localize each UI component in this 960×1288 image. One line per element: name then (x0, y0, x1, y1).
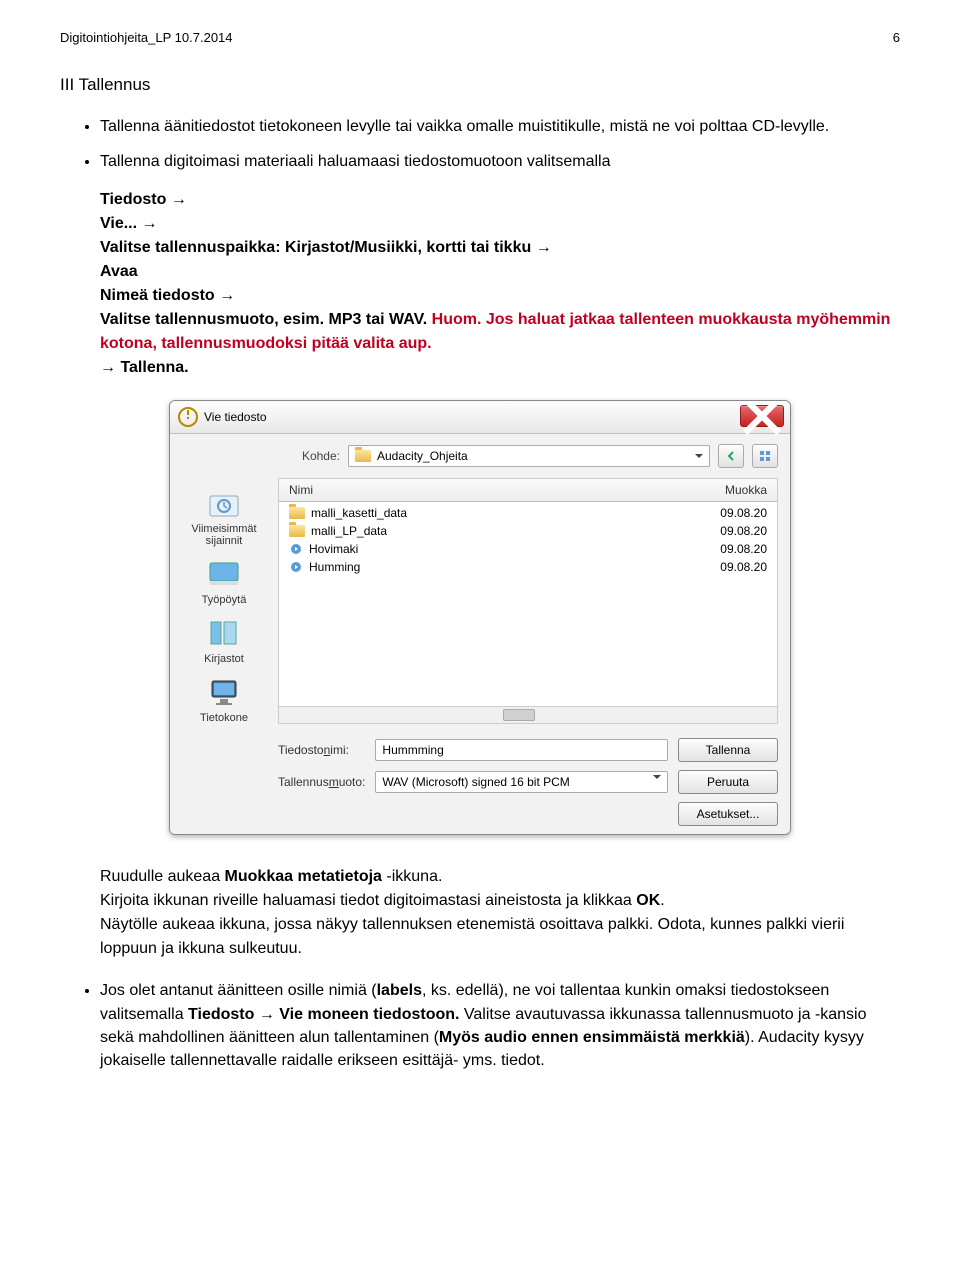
place-label: Tietokone (200, 712, 248, 724)
format-label: Tallennusmuoto: (278, 775, 365, 789)
document-header: Digitointiohjeita_LP 10.7.2014 6 (60, 30, 900, 45)
step-avaa: Avaa (100, 263, 138, 280)
view-button[interactable] (752, 444, 778, 468)
bullet-1: Tallenna äänitiedostot tietokoneen levyl… (100, 115, 900, 138)
file-list-header: Nimi Muokka (278, 478, 778, 502)
h-scrollbar[interactable] (278, 707, 778, 724)
recent-icon (206, 486, 242, 520)
dialog-screenshot: Vie tiedosto Kohde: Audacity_Ohjeita (60, 400, 900, 835)
scroll-thumb[interactable] (503, 709, 535, 721)
back-icon (725, 450, 737, 462)
folder-icon (355, 450, 371, 462)
chevron-down-icon (695, 454, 703, 458)
place-libraries[interactable]: Kirjastot (179, 616, 269, 665)
audio-icon (289, 560, 303, 574)
step-muoto-a: Valitse tallennusmuoto, esim. (100, 311, 329, 328)
col-mod[interactable]: Muokka (725, 483, 767, 497)
place-label: Työpöytä (202, 594, 247, 606)
filename-input[interactable]: Hummming (375, 739, 668, 761)
audacity-icon (178, 407, 198, 427)
dialog-titlebar: Vie tiedosto (170, 401, 790, 434)
file-row[interactable]: Humming 09.08.20 (279, 558, 777, 576)
file-name: malli_LP_data (311, 524, 387, 538)
file-mod: 09.08.20 (720, 524, 767, 538)
place-label: Kirjastot (204, 653, 244, 665)
step-muoto-b: MP3 tai WAV. (329, 311, 432, 328)
step-vie: Vie... → (100, 215, 158, 232)
settings-button[interactable]: Asetukset... (678, 802, 778, 826)
last-bullet-list: Jos olet antanut äänitteen osille nimiä … (60, 979, 900, 1072)
bullet-2: Tallenna digitoimasi materiaali haluamaa… (100, 150, 900, 173)
filename-label: Tiedostonimi: (278, 743, 365, 757)
file-name: Hovimaki (309, 542, 358, 556)
desktop-icon (206, 557, 242, 591)
place-recent[interactable]: Viimeisimmät sijainnit (179, 486, 269, 547)
audio-icon (289, 542, 303, 556)
file-name: Humming (309, 560, 360, 574)
header-left: Digitointiohjeita_LP 10.7.2014 (60, 30, 233, 45)
places-bar: Viimeisimmät sijainnit Työpöytä Kirjasto… (170, 478, 278, 834)
file-row[interactable]: malli_LP_data 09.08.20 (279, 522, 777, 540)
step-tiedosto: Tiedosto → (100, 191, 187, 208)
step-valitse-paikka: Valitse tallennuspaikka: Kirjastot/Musii… (100, 239, 552, 256)
format-select[interactable]: WAV (Microsoft) signed 16 bit PCM (375, 771, 668, 793)
col-name[interactable]: Nimi (289, 483, 313, 497)
file-mod: 09.08.20 (720, 542, 767, 556)
chevron-down-icon (653, 775, 661, 779)
place-label: Viimeisimmät sijainnit (179, 523, 269, 547)
bullet-labels: Jos olet antanut äänitteen osille nimiä … (100, 979, 900, 1072)
grid-icon (759, 450, 771, 462)
file-list[interactable]: malli_kasetti_data 09.08.20 malli_LP_dat… (278, 502, 778, 707)
kohde-label: Kohde: (270, 449, 340, 463)
back-button[interactable] (718, 444, 744, 468)
close-button[interactable] (740, 405, 784, 427)
kohde-value: Audacity_Ohjeita (377, 449, 468, 463)
dialog-title: Vie tiedosto (204, 410, 267, 424)
steps-block: Tiedosto → Vie... → Valitse tallennuspai… (60, 188, 900, 380)
file-mod: 09.08.20 (720, 560, 767, 574)
place-desktop[interactable]: Työpöytä (179, 557, 269, 606)
libraries-icon (206, 616, 242, 650)
place-computer[interactable]: Tietokone (179, 675, 269, 724)
folder-icon (289, 525, 305, 537)
file-row[interactable]: malli_kasetti_data 09.08.20 (279, 504, 777, 522)
bullet-list: Tallenna äänitiedostot tietokoneen levyl… (60, 115, 900, 173)
file-row[interactable]: Hovimaki 09.08.20 (279, 540, 777, 558)
save-dialog: Vie tiedosto Kohde: Audacity_Ohjeita (169, 400, 791, 835)
step-nimea: Nimeä tiedosto → (100, 287, 235, 304)
step-tallenna: → Tallenna. (100, 359, 189, 376)
kohde-select[interactable]: Audacity_Ohjeita (348, 445, 710, 467)
save-button[interactable]: Tallenna (678, 738, 778, 762)
page-number: 6 (893, 30, 900, 45)
close-icon (741, 400, 783, 437)
file-mod: 09.08.20 (720, 506, 767, 520)
section-title: III Tallennus (60, 75, 900, 95)
after-paragraphs: Ruudulle aukeaa Muokkaa metatietoja -ikk… (60, 865, 900, 961)
folder-icon (289, 507, 305, 519)
file-name: malli_kasetti_data (311, 506, 407, 520)
computer-icon (206, 675, 242, 709)
cancel-button[interactable]: Peruuta (678, 770, 778, 794)
